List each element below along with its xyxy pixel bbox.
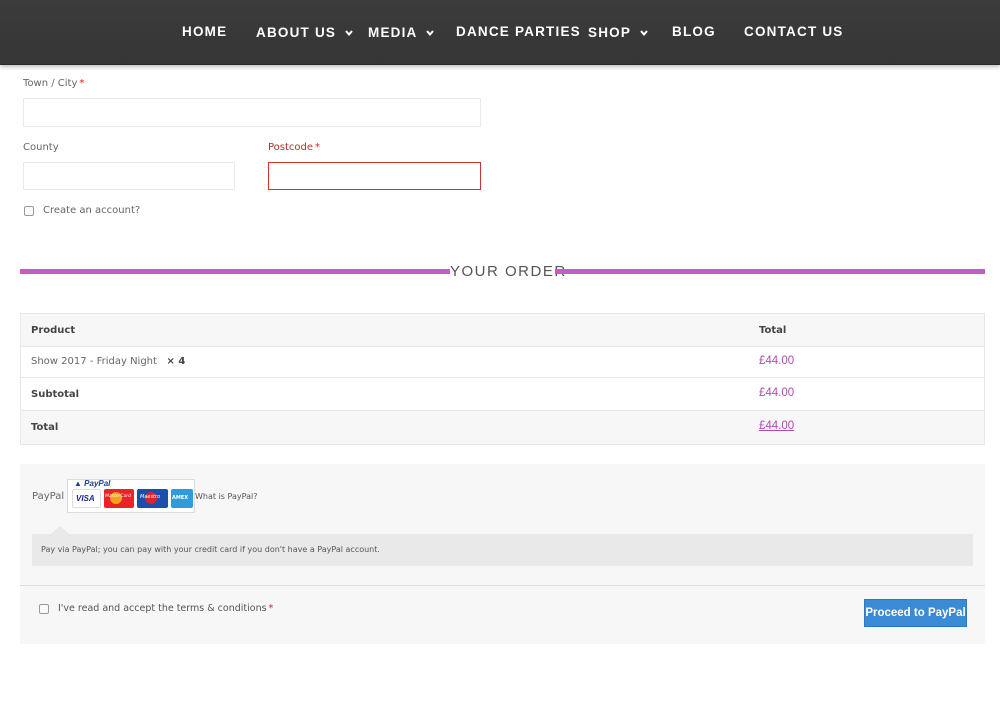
payment-method-label: PayPal: [32, 491, 65, 502]
order-review-table: Product Total Show 2017 - Friday Night ×…: [20, 313, 985, 445]
nav-item-dance-parties[interactable]: DANCE PARTIES: [456, 24, 581, 42]
terms-label: I've read and accept the terms & conditi…: [58, 603, 273, 614]
proceed-to-paypal-button[interactable]: Proceed to PayPal: [864, 599, 967, 627]
payment-divider: [20, 585, 985, 586]
maestro-text: Maestro: [140, 494, 161, 500]
create-account-label: Create an account?: [43, 205, 141, 216]
subtotal-label: Subtotal: [31, 389, 80, 400]
subtotal-row: Subtotal £44.00: [21, 378, 984, 411]
nav-item-shop[interactable]: SHOP: [588, 24, 648, 42]
required-mark: *: [268, 603, 274, 614]
create-account-checkbox[interactable]: [24, 206, 34, 216]
nav-item-label: HOME: [182, 24, 228, 39]
paypal-logo: ▲ PayPal: [74, 479, 111, 488]
main-navigation: HOME ABOUT US MEDIA DANCE PARTIES SHOP B…: [0, 0, 1000, 65]
required-mark: *: [315, 142, 321, 153]
heading-divider-right: [555, 269, 985, 274]
total-label: Total: [31, 422, 59, 433]
chevron-down-icon: [640, 24, 648, 39]
postcode-label: Postcode *: [268, 142, 320, 153]
required-mark: *: [79, 78, 85, 89]
nav-item-label: BLOG: [672, 24, 716, 39]
order-item: Show 2017 - Friday Night × 4: [31, 356, 185, 367]
nav-item-label: CONTACT US: [744, 24, 844, 39]
total-row: Total £44.00: [21, 411, 984, 444]
town-city-label-text: Town / City: [23, 78, 78, 89]
chevron-down-icon: [426, 24, 434, 39]
subtotal-value: £44.00: [759, 387, 795, 399]
table-row: Show 2017 - Friday Night × 4 £44.00: [21, 347, 984, 378]
your-order-heading: YOUR ORDER: [450, 263, 567, 280]
heading-divider-left: [20, 269, 450, 274]
postcode-label-text: Postcode: [268, 142, 314, 153]
nav-item-label: SHOP: [588, 25, 631, 40]
county-label: County: [23, 142, 59, 153]
column-header-product: Product: [31, 325, 76, 336]
town-city-input[interactable]: [23, 98, 481, 127]
total-value: £44.00: [759, 420, 795, 432]
product-name: Show 2017 - Friday Night: [31, 356, 157, 367]
terms-checkbox[interactable]: [39, 604, 49, 614]
description-caret: [51, 526, 69, 534]
nav-item-label: DANCE PARTIES: [456, 24, 581, 39]
mastercard-icon: MasterCard: [104, 489, 134, 508]
nav-item-home[interactable]: HOME: [182, 24, 227, 42]
paypal-logo-text: PayPal: [84, 479, 111, 488]
item-total: £44.00: [759, 355, 795, 367]
chevron-down-icon: [345, 24, 353, 39]
nav-item-media[interactable]: MEDIA: [368, 24, 434, 42]
nav-item-about-us[interactable]: ABOUT US: [256, 24, 353, 42]
terms-label-text: I've read and accept the terms & conditi…: [58, 603, 267, 614]
visa-text: VISA: [76, 494, 95, 503]
nav-item-blog[interactable]: BLOG: [672, 24, 716, 42]
nav-item-label: MEDIA: [368, 25, 417, 40]
mastercard-text: MasterCard: [105, 494, 131, 499]
county-label-text: County: [23, 142, 59, 153]
nav-item-contact-us[interactable]: CONTACT US: [744, 24, 844, 42]
table-header-row: Product Total: [21, 314, 984, 347]
column-header-total: Total: [759, 325, 787, 336]
visa-card-icon: VISA: [72, 489, 101, 508]
maestro-icon: Maestro: [137, 489, 168, 508]
nav-item-label: ABOUT US: [256, 25, 337, 40]
product-quantity: × 4: [166, 356, 186, 367]
payment-description-box: Pay via PayPal; you can pay with your cr…: [32, 534, 973, 566]
postcode-input[interactable]: [268, 162, 481, 190]
what-is-paypal-link[interactable]: What is PayPal?: [195, 492, 257, 501]
amex-text: AMEX: [172, 495, 189, 501]
town-city-label: Town / City *: [23, 78, 84, 89]
amex-icon: AMEX: [171, 489, 193, 508]
county-input[interactable]: [23, 162, 235, 190]
payment-description: Pay via PayPal; you can pay with your cr…: [41, 545, 380, 554]
